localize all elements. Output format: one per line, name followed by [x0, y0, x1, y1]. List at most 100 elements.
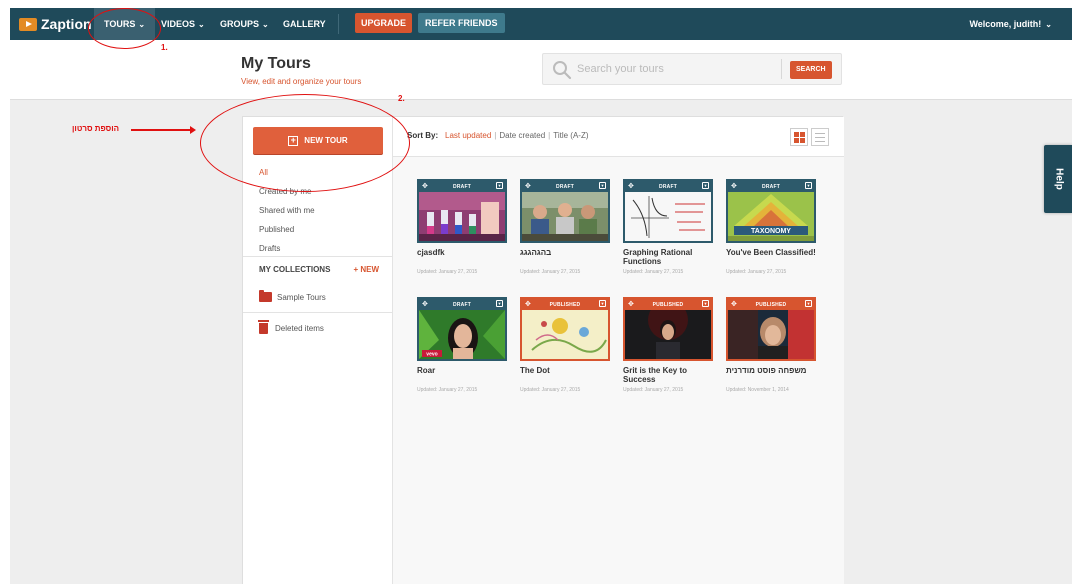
annotation-circle-new-tour [200, 94, 410, 192]
move-icon[interactable]: ✥ [731, 300, 737, 309]
filter-shared-with-me[interactable]: Shared with me [259, 201, 315, 220]
grid-view-icon[interactable] [790, 128, 808, 146]
video-thumbnail-image: TAXONOMY [728, 192, 814, 241]
nav-gallery[interactable]: GALLERY [283, 8, 326, 40]
upgrade-button[interactable]: UPGRADE [355, 13, 413, 33]
tour-title[interactable]: Grit is the Key to Success [623, 366, 713, 384]
video-thumbnail-image [419, 192, 505, 241]
divider [243, 312, 393, 313]
nav-divider [338, 14, 339, 34]
video-thumbnail-image [625, 310, 711, 359]
tour-card[interactable]: ✥ PUBLISHED ▼ Grit is the Key to Success U… [623, 297, 713, 393]
folder-icon [259, 290, 272, 302]
tour-title[interactable]: משפחה פוסט מודרנית [726, 366, 816, 384]
sort-label: Sort By: [407, 131, 439, 140]
card-menu-icon[interactable]: ▼ [599, 300, 606, 307]
card-menu-icon[interactable]: ▼ [702, 182, 709, 189]
sort-last-updated[interactable]: Last updated [445, 131, 491, 140]
card-menu-icon[interactable]: ▼ [496, 182, 503, 189]
move-icon[interactable]: ✥ [525, 300, 531, 309]
search-button[interactable]: SEARCH [790, 61, 832, 79]
tour-thumbnail[interactable]: ✥ PUBLISHED ▼ [520, 297, 610, 361]
nav-videos[interactable]: VIDEOS ⌄ [161, 8, 205, 40]
tour-title[interactable]: Graphing Rational Functions [623, 248, 713, 266]
tour-thumbnail[interactable]: ✥ DRAFT ▼ TAXONOMY [726, 179, 816, 243]
tour-date: Updated: January 27, 2015 [520, 387, 581, 393]
status-badge: PUBLISHED [549, 301, 581, 308]
sort-options: Last updated | Date created | Title (A-Z) [445, 131, 589, 140]
nav-groups[interactable]: GROUPS ⌄ [220, 8, 269, 40]
status-badge: DRAFT [659, 183, 677, 190]
move-icon[interactable]: ✥ [731, 182, 737, 191]
card-menu-icon[interactable]: ▼ [805, 182, 812, 189]
chevron-down-icon: ⌄ [198, 20, 205, 29]
tour-card[interactable]: ✥ DRAFT ▼ בהגהגגג Updated: January 27, 201… [520, 179, 610, 275]
tour-title[interactable]: Roar [417, 366, 507, 384]
video-thumbnail-image [728, 310, 814, 359]
sort-title[interactable]: Title (A-Z) [553, 131, 588, 140]
arrow-right-icon [190, 126, 196, 134]
help-tab[interactable]: Help [1044, 145, 1072, 213]
tour-date: Updated: January 27, 2015 [417, 269, 478, 275]
app-frame: Zaption TOURS ⌄ VIDEOS ⌄ GROUPS ⌄ GALLERY U… [10, 8, 1072, 584]
tour-thumbnail[interactable]: ✥ PUBLISHED ▼ [623, 297, 713, 361]
tour-thumbnail[interactable]: ✥ PUBLISHED ▼ [726, 297, 816, 361]
tour-thumbnail[interactable]: ✥ DRAFT ▼ [623, 179, 713, 243]
zaption-play-icon [19, 17, 37, 31]
tour-title[interactable]: בהגהגגג [520, 248, 610, 266]
tour-card[interactable]: ✥ DRAFT ▼ TAXONOMY You've Been Classified! [726, 179, 816, 275]
tour-card[interactable]: ✥ PUBLISHED ▼ The Dot Updated: January 27,… [520, 297, 610, 393]
status-badge: DRAFT [453, 183, 471, 190]
tour-title[interactable]: The Dot [520, 366, 610, 384]
tour-date: Updated: January 27, 2015 [520, 269, 581, 275]
card-menu-icon[interactable]: ▼ [805, 300, 812, 307]
card-menu-icon[interactable]: ▼ [599, 182, 606, 189]
filter-published[interactable]: Published [259, 220, 315, 239]
move-icon[interactable]: ✥ [628, 182, 634, 191]
tour-card[interactable]: ✥ DRAFT ▼ cjasdfk Updated: January 27, 2… [417, 179, 507, 275]
top-nav: Zaption TOURS ⌄ VIDEOS ⌄ GROUPS ⌄ GALLERY U… [10, 8, 1072, 40]
collections-header: MY COLLECTIONS + NEW [259, 265, 379, 274]
user-menu[interactable]: Welcome, judith! ⌄ [969, 8, 1052, 40]
logo-text: Zaption [41, 16, 92, 32]
collection-sample-tours[interactable]: Sample Tours [259, 290, 326, 302]
tour-card[interactable]: ✥ DRAFT ▼ Graphing Rational Functions Up… [623, 179, 713, 275]
status-badge: DRAFT [453, 301, 471, 308]
logo[interactable]: Zaption [19, 15, 92, 33]
page-subtitle: View, edit and organize your tours [241, 77, 362, 86]
video-thumbnail-image [625, 192, 711, 241]
card-menu-icon[interactable]: ▼ [496, 300, 503, 307]
video-thumbnail-image: vevo [419, 310, 505, 359]
list-view-icon[interactable] [811, 128, 829, 146]
move-icon[interactable]: ✥ [422, 300, 428, 309]
page-title: My Tours [241, 55, 311, 72]
search-input[interactable] [577, 58, 777, 80]
status-badge: PUBLISHED [755, 301, 787, 308]
tours-main: Sort By: Last updated | Date created | Title… [393, 117, 844, 584]
tour-thumbnail[interactable]: ✥ DRAFT ▼ [520, 179, 610, 243]
tour-thumbnail[interactable]: ✥ DRAFT ▼ vevo [417, 297, 507, 361]
refer-friends-button[interactable]: REFER FRIENDS [418, 13, 505, 33]
tour-thumbnail[interactable]: ✥ DRAFT ▼ [417, 179, 507, 243]
search-divider [781, 59, 782, 79]
annotation-step-1: 1. [161, 43, 168, 52]
annotation-circle-tours [88, 8, 161, 49]
tour-card[interactable]: ✥ DRAFT ▼ vevo Roar Updated: January 27,… [417, 297, 507, 393]
card-menu-icon[interactable]: ▼ [702, 300, 709, 307]
sort-date-created[interactable]: Date created [499, 131, 545, 140]
tour-title[interactable]: You've Been Classified! [726, 248, 816, 266]
status-badge: DRAFT [762, 183, 780, 190]
move-icon[interactable]: ✥ [422, 182, 428, 191]
search-icon [553, 61, 572, 80]
new-collection-button[interactable]: + NEW [353, 265, 379, 274]
move-icon[interactable]: ✥ [525, 182, 531, 191]
move-icon[interactable]: ✥ [628, 300, 634, 309]
tour-date: Updated: November 1, 2014 [726, 387, 789, 393]
sort-bar: Sort By: Last updated | Date created | Title… [393, 117, 844, 157]
tour-title[interactable]: cjasdfk [417, 248, 507, 266]
tour-card[interactable]: ✥ PUBLISHED ▼ משפחה פוסט מודרנית Updated: … [726, 297, 816, 393]
status-badge: DRAFT [556, 183, 574, 190]
annotation-hebrew-note: הוספת סרטון [72, 124, 120, 133]
deleted-items[interactable]: Deleted items [258, 320, 324, 334]
status-badge: PUBLISHED [652, 301, 684, 308]
